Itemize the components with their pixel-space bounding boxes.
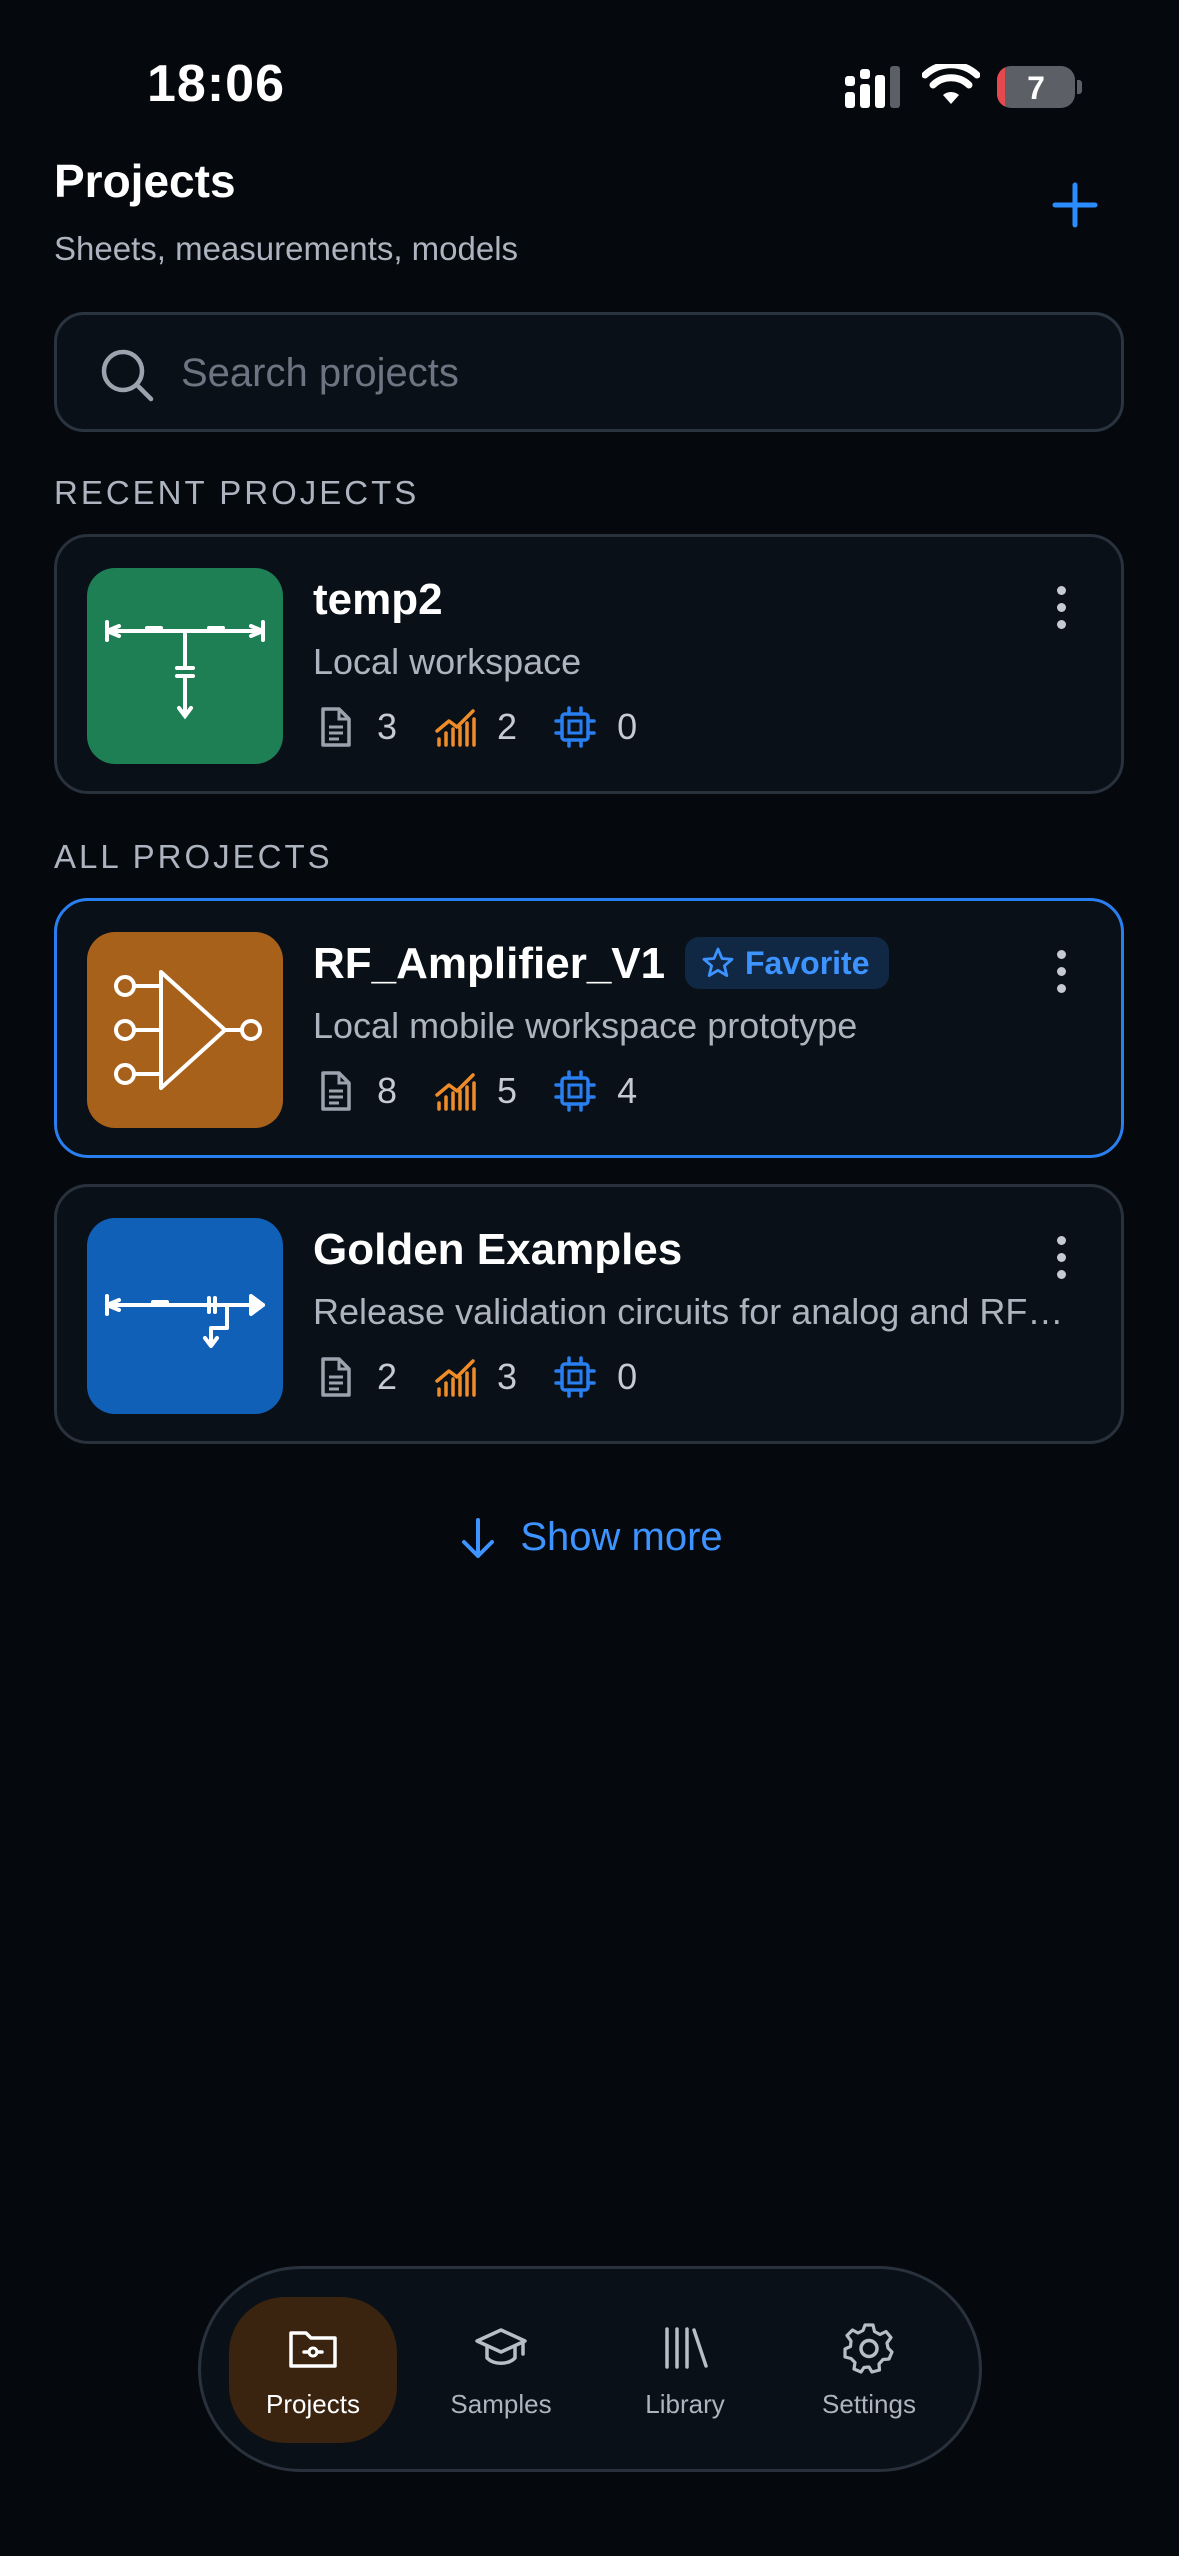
add-project-button[interactable] (1040, 170, 1110, 240)
dot (1056, 983, 1066, 993)
tab-projects[interactable]: Projects (229, 2297, 397, 2443)
tab-samples[interactable]: Samples (417, 2297, 585, 2443)
search-box[interactable] (54, 312, 1124, 432)
favorite-label: Favorite (745, 944, 870, 981)
dot (1056, 966, 1066, 976)
project-card-rf-amplifier[interactable]: RF_Amplifier_V1 Favorite Local mobile wo… (54, 898, 1124, 1158)
battery-level: 7 (1027, 70, 1045, 106)
sheets-count: 3 (313, 705, 397, 749)
tab-label: Settings (822, 2389, 916, 2419)
project-stats: 8 5 4 (313, 1069, 673, 1113)
project-name: Golden Examples (313, 1225, 683, 1274)
document-icon (321, 1357, 351, 1397)
circuit-schematic-icon (105, 1294, 265, 1348)
folder-icon (289, 2331, 337, 2368)
cellular-signal-icon (845, 66, 900, 108)
project-card-temp2[interactable]: temp2 Local workspace 3 2 0 (54, 534, 1124, 794)
search-input[interactable] (181, 337, 1081, 409)
project-description: Release validation circuits for analog a… (313, 1291, 1064, 1332)
dot (1056, 1269, 1066, 1279)
project-name: RF_Amplifier_V1 (313, 939, 666, 988)
tab-settings[interactable]: Settings (785, 2297, 953, 2443)
measurements-value: 2 (497, 706, 518, 747)
project-thumbnail (87, 568, 283, 764)
models-value: 0 (617, 1356, 638, 1397)
battery-indicator: 7 (997, 66, 1075, 108)
section-label-recent: RECENT PROJECTS (54, 474, 420, 511)
show-more-button[interactable]: Show more (0, 1515, 1179, 1560)
sheets-count: 8 (313, 1069, 397, 1113)
chip-icon (554, 1070, 596, 1112)
chip-icon (554, 1356, 596, 1398)
show-more-label: Show more (520, 1515, 723, 1559)
more-options-button[interactable] (1041, 577, 1081, 637)
battery-cap (1077, 80, 1082, 94)
more-options-button[interactable] (1041, 941, 1081, 1001)
project-thumbnail (87, 1218, 283, 1414)
search-icon (101, 349, 154, 402)
dot (1056, 585, 1066, 595)
tab-library[interactable]: Library (601, 2297, 769, 2443)
models-count: 0 (553, 1355, 637, 1399)
project-stats: 2 3 0 (313, 1355, 673, 1399)
favorite-badge[interactable]: Favorite (685, 937, 890, 989)
sheets-value: 3 (377, 706, 398, 747)
document-icon (321, 1071, 351, 1111)
more-options-button[interactable] (1041, 1227, 1081, 1287)
plus-icon (1052, 182, 1098, 228)
dot (1056, 1235, 1066, 1245)
sheets-count: 2 (313, 1355, 397, 1399)
measurements-count: 2 (433, 705, 517, 749)
graduation-cap-icon (475, 2328, 527, 2365)
measurements-value: 3 (497, 1356, 518, 1397)
sheets-value: 8 (377, 1070, 398, 1111)
project-thumbnail (87, 932, 283, 1128)
page-subtitle: Sheets, measurements, models (54, 230, 519, 267)
models-count: 4 (553, 1069, 637, 1113)
tab-bar: Projects Samples Library Settings (198, 2266, 982, 2472)
tab-label: Samples (450, 2389, 552, 2419)
dot (1056, 619, 1066, 629)
measurement-chart-icon (435, 1359, 476, 1397)
section-label-all: ALL PROJECTS (54, 838, 333, 875)
measurements-count: 5 (433, 1069, 517, 1113)
wifi-icon (922, 64, 980, 104)
status-time: 18:06 (147, 55, 285, 113)
project-name: temp2 (313, 575, 443, 624)
document-icon (321, 707, 351, 747)
circuit-schematic-icon (105, 620, 265, 720)
star-icon (702, 947, 734, 977)
project-description: Local mobile workspace prototype (313, 1005, 858, 1046)
project-stats: 3 2 0 (313, 705, 673, 749)
models-value: 4 (617, 1070, 638, 1111)
project-description: Local workspace (313, 641, 582, 682)
library-icon (665, 2327, 708, 2369)
measurement-chart-icon (435, 709, 476, 747)
dot (1056, 602, 1066, 612)
project-card-golden-examples[interactable]: Golden Examples Release validation circu… (54, 1184, 1124, 1444)
tab-label: Library (645, 2389, 725, 2419)
gear-icon (843, 2323, 894, 2374)
page-title: Projects (54, 155, 236, 207)
sheets-value: 2 (377, 1356, 398, 1397)
tab-label: Projects (266, 2389, 360, 2419)
dot (1056, 1252, 1066, 1262)
measurements-count: 3 (433, 1355, 517, 1399)
amplifier-schematic-icon (114, 970, 262, 1090)
models-count: 0 (553, 705, 637, 749)
models-value: 0 (617, 706, 638, 747)
dot (1056, 949, 1066, 959)
chip-icon (554, 706, 596, 748)
measurements-value: 5 (497, 1070, 518, 1111)
arrow-down-icon (462, 1517, 495, 1558)
measurement-chart-icon (435, 1073, 476, 1111)
